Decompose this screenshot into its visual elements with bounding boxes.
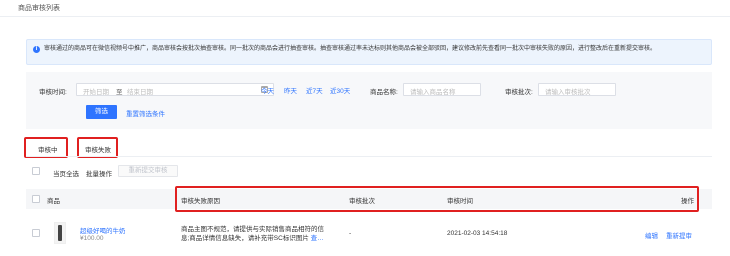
batch-input[interactable]: 请输入审核批次 [538,83,616,96]
bulk-ops-label: 批量操作 [86,171,112,178]
tab-in-review[interactable]: 审核中 [38,144,58,154]
product-name-placeholder: 请输入商品名称 [410,89,456,96]
divider [0,16,730,17]
batch-placeholder: 请输入审核批次 [545,89,591,96]
edit-link[interactable]: 编辑 [645,230,658,240]
quick-range-today[interactable]: 今天 [261,85,274,95]
product-price: ¥100.00 [80,235,104,242]
notice-text: 审核通过的商品可在微信视频号中推广，商品审核会按批次抽查审核。同一批次的商品会进… [44,46,657,52]
product-name-input[interactable]: 请输入商品名称 [403,83,481,96]
notice-banner: i 审核通过的商品可在微信视频号中推广，商品审核会按批次抽查审核。同一批次的商品… [26,39,712,65]
quick-range-yesterday[interactable]: 昨天 [284,85,297,95]
date-range-picker[interactable]: 开始日期 至 结束日期 [76,83,274,96]
fail-reason-more-link[interactable]: 查… [311,235,324,242]
product-name-link[interactable]: 超级好喝的牛奶 [80,225,126,235]
fail-reason-line-1: 商品主图不规范，请提供与实际销售商品相符的信 [181,226,324,233]
tab-divider [26,156,712,157]
product-name-label: 商品名称: [370,89,398,96]
fail-reason-line-2-text: 息;商品详情信息缺失，请补充带SC标识图片 [181,235,309,242]
start-date-placeholder: 开始日期 [83,89,109,96]
header-checkbox[interactable] [32,195,40,203]
col-product: 商品 [47,198,60,205]
select-all-label: 当页全选 [53,171,79,178]
page-title: 商品审核列表 [18,5,60,12]
resubmit-button[interactable]: 重新提交审核 [118,165,178,177]
batch-label: 审核批次: [505,89,533,96]
fail-reason: 商品主图不规范，请提供与实际销售商品相符的信 息;商品详情信息缺失，请补充带SC… [181,225,324,243]
audit-time: 2021-02-03 14:54:18 [447,230,508,237]
select-all-checkbox[interactable] [32,167,40,175]
filter-panel: 审核时间: 开始日期 至 结束日期 今天 昨天 近7天 近30天 商品名称: 请… [26,72,712,129]
quick-range-30days[interactable]: 近30天 [330,85,350,95]
fail-reason-line-2: 息;商品详情信息缺失，请补充带SC标识图片 查… [181,234,324,243]
tab-failed[interactable]: 审核失败 [85,144,111,154]
range-separator: 至 [116,89,123,96]
audit-time-label: 审核时间: [39,89,67,96]
filter-button[interactable]: 筛选 [86,105,117,119]
resubmit-link[interactable]: 重新提审 [666,230,692,240]
highlight-box-columns [175,186,699,212]
audit-batch: - [349,230,352,237]
reset-filter-link[interactable]: 重置筛选条件 [126,108,165,118]
quick-range-7days[interactable]: 近7天 [306,85,323,95]
row-checkbox[interactable] [32,229,40,237]
product-thumbnail[interactable] [54,222,66,244]
end-date-placeholder: 结束日期 [127,89,153,96]
info-icon: i [33,46,40,53]
